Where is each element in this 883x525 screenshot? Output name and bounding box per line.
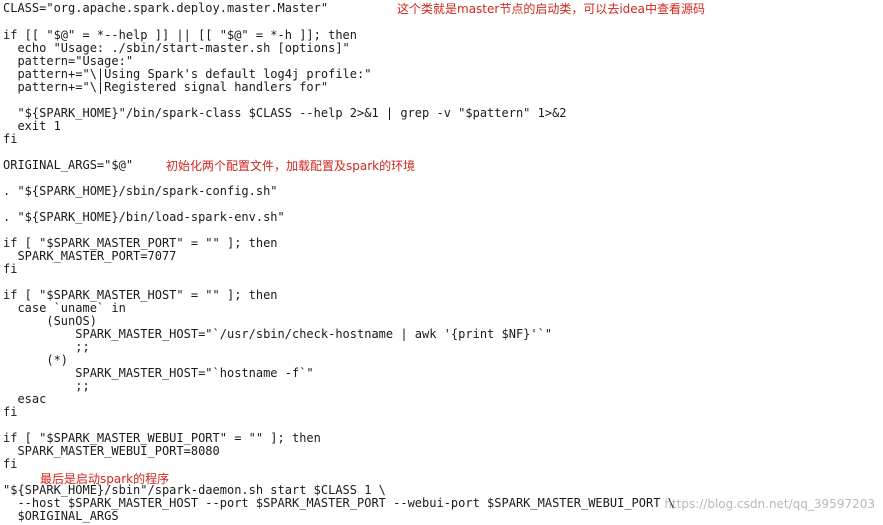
code-line: pattern+="\|Registered signal handlers f… (3, 80, 329, 94)
code-line: ;; (3, 340, 90, 354)
code-line: SPARK_MASTER_HOST="`/usr/sbin/check-host… (3, 327, 553, 341)
code-line: (SunOS) (3, 314, 97, 328)
code-line: if [[ "$@" = *--help ]] || [[ "$@" = *-h… (3, 28, 358, 42)
annotation-config-note: 初始化两个配置文件，加载配置及spark的环境 (166, 159, 416, 173)
annotation-class-note: 这个类就是master节点的启动类，可以去idea中查看源码 (397, 2, 706, 16)
code-line: SPARK_MASTER_PORT=7077 (3, 249, 177, 263)
code-line: pattern="Usage:" (3, 54, 134, 68)
code-line: fi (3, 457, 18, 471)
code-line: ;; (3, 379, 90, 393)
code-line: echo "Usage: ./sbin/start-master.sh [opt… (3, 41, 350, 55)
code-line: if [ "$SPARK_MASTER_HOST" = "" ]; then (3, 288, 278, 302)
code-line: if [ "$SPARK_MASTER_WEBUI_PORT" = "" ]; … (3, 431, 321, 445)
code-line: ORIGINAL_ARGS="$@" (3, 158, 134, 172)
code-line: (*) (3, 353, 69, 367)
annotation-final-note: 最后是启动spark的程序 (40, 472, 170, 486)
code-line: case `uname` in (3, 301, 126, 315)
code-line: . "${SPARK_HOME}/sbin/spark-config.sh" (3, 184, 278, 198)
code-line: $ORIGINAL_ARGS (3, 509, 119, 523)
code-line: --host $SPARK_MASTER_HOST --port $SPARK_… (3, 496, 675, 510)
code-line: fi (3, 405, 18, 419)
code-line: "${SPARK_HOME}"/bin/spark-class $CLASS -… (3, 106, 567, 120)
watermark: https://blog.csdn.net/qq_39597203 (664, 497, 875, 511)
code-line: pattern+="\|Using Spark's default log4j … (3, 67, 372, 81)
code-line: esac (3, 392, 47, 406)
code-line: if [ "$SPARK_MASTER_PORT" = "" ]; then (3, 236, 278, 250)
code-line: SPARK_MASTER_WEBUI_PORT=8080 (3, 444, 220, 458)
code-line: fi (3, 132, 18, 146)
code-line: CLASS="org.apache.spark.deploy.master.Ma… (3, 1, 329, 15)
code-line: . "${SPARK_HOME}/bin/load-spark-env.sh" (3, 210, 285, 224)
code-line: SPARK_MASTER_HOST="`hostname -f`" (3, 366, 314, 380)
code-line: fi (3, 262, 18, 276)
code-line: exit 1 (3, 119, 61, 133)
